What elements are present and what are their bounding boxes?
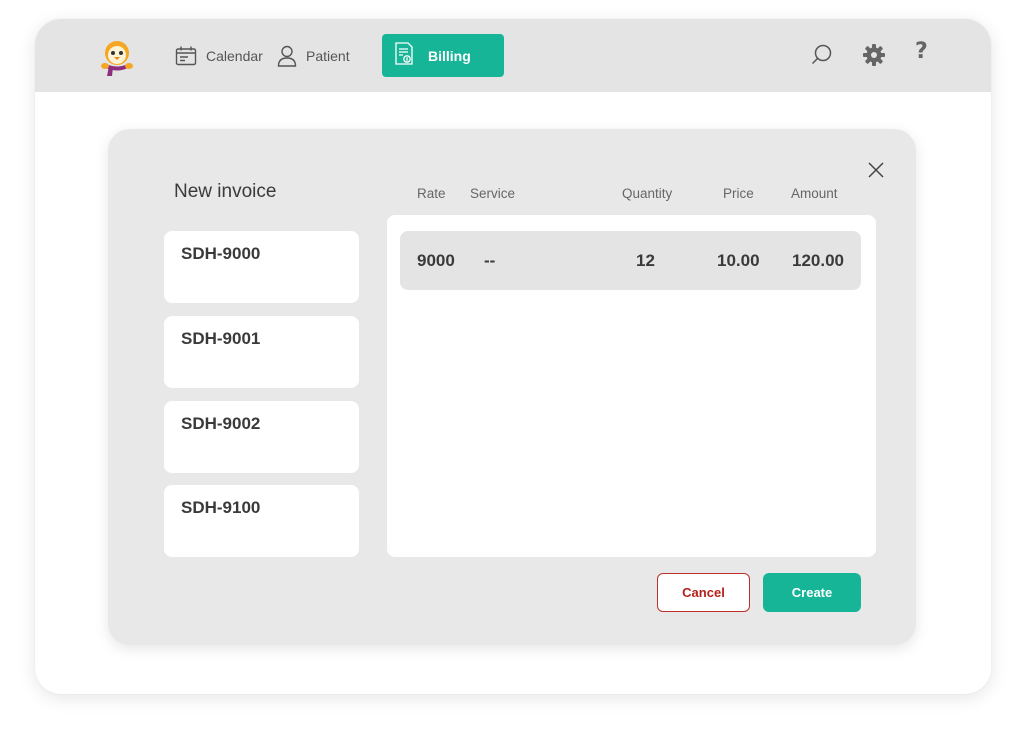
cell-price: 10.00 <box>717 251 760 270</box>
search-icon[interactable] <box>810 43 834 67</box>
nav-patient[interactable]: Patient <box>277 42 350 70</box>
invoice-id: SDH-9002 <box>181 414 261 433</box>
cell-service: -- <box>484 251 496 270</box>
billing-document-icon <box>394 42 414 69</box>
gear-icon[interactable] <box>862 43 886 67</box>
invoice-list-item[interactable]: SDH-9000 <box>164 231 359 303</box>
column-header-service: Service <box>470 186 516 201</box>
cell-amount: 120.00 <box>792 251 844 270</box>
top-navigation-bar: Calendar Patient Billing ? <box>35 19 991 92</box>
invoice-list-item[interactable]: SDH-9002 <box>164 401 359 473</box>
nav-billing-label: Billing <box>428 47 471 64</box>
column-header-rate: Rate <box>417 186 446 201</box>
invoice-list-item[interactable]: SDH-9100 <box>164 485 359 557</box>
close-icon[interactable] <box>868 162 884 178</box>
penguin-logo-icon <box>95 36 139 80</box>
cancel-button[interactable]: Cancel <box>657 573 750 612</box>
dialog-title: New invoice <box>174 181 277 202</box>
column-header-amount: Amount <box>791 186 838 201</box>
invoice-id: SDH-9100 <box>181 498 261 517</box>
cell-rate: 9000 <box>417 251 455 270</box>
new-invoice-dialog: New invoice SDH-9000 SDH-9001 SDH-9002 S… <box>108 129 916 645</box>
nav-patient-label: Patient <box>306 48 350 64</box>
table-row[interactable]: 9000 -- 12 10.00 120.00 <box>400 231 861 290</box>
invoice-list-item[interactable]: SDH-9001 <box>164 316 359 388</box>
create-button[interactable]: Create <box>763 573 861 612</box>
invoice-id: SDH-9001 <box>181 329 261 348</box>
person-icon <box>277 45 297 67</box>
nav-calendar[interactable]: Calendar <box>175 42 263 70</box>
invoice-lines-table: 9000 -- 12 10.00 120.00 <box>387 215 876 557</box>
app-window: Calendar Patient Billing ? New invoice S… <box>35 19 991 694</box>
column-header-quantity: Quantity <box>622 186 673 201</box>
cell-quantity: 12 <box>636 251 655 270</box>
nav-billing[interactable]: Billing <box>382 34 504 77</box>
column-header-price: Price <box>723 186 754 201</box>
invoice-id: SDH-9000 <box>181 244 261 263</box>
nav-calendar-label: Calendar <box>206 48 263 64</box>
calendar-icon <box>175 46 197 66</box>
help-icon[interactable]: ? <box>915 39 928 64</box>
